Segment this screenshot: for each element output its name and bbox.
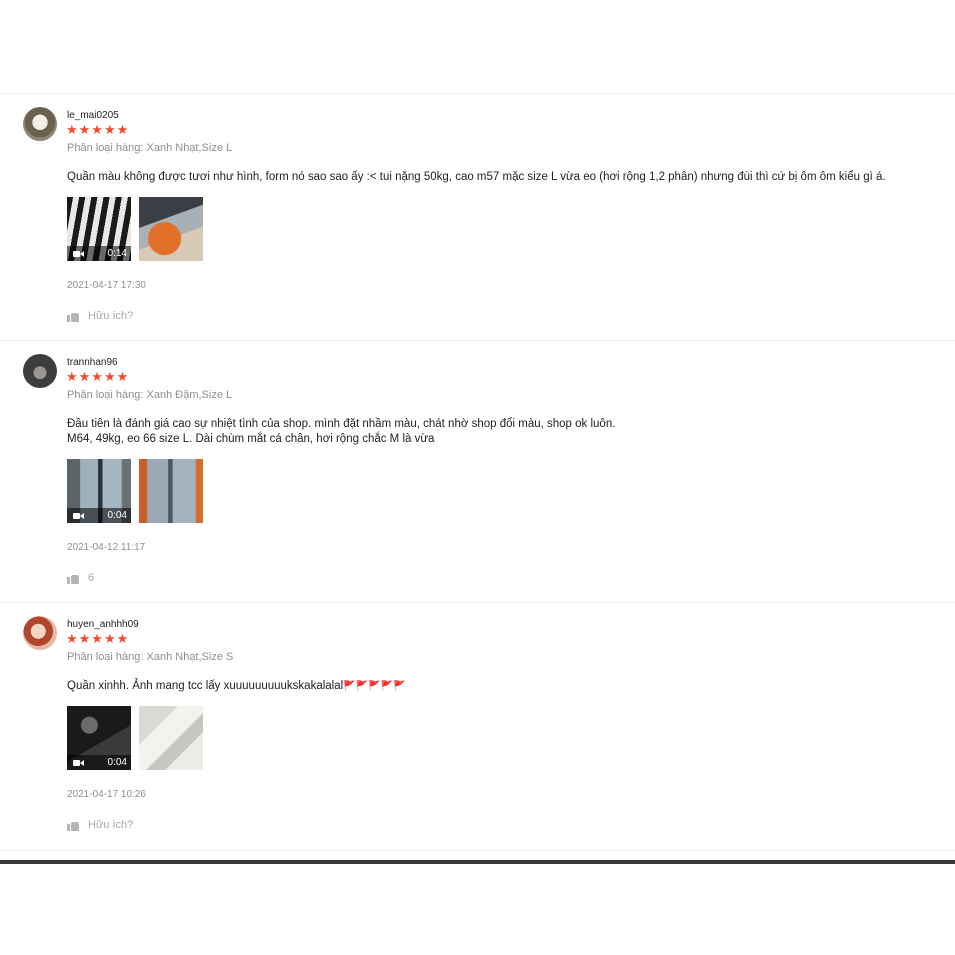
review-photo-thumbnail[interactable] (139, 459, 203, 523)
helpful-button[interactable]: Hữu ích? (67, 310, 133, 322)
review-item: trannhan96 ★★★★★ Phân loại hàng: Xanh Đậ… (0, 341, 955, 603)
video-camera-icon (73, 759, 85, 767)
review-video-thumbnail[interactable]: 0:04 (67, 706, 131, 770)
review-photo-thumbnail[interactable] (139, 706, 203, 770)
variation-label: Phân loại hàng: Xanh Nhạt,Size L (67, 142, 233, 154)
username[interactable]: trannhan96 (67, 357, 118, 368)
helpful-count: 6 (88, 572, 95, 584)
review-video-thumbnail[interactable]: 0:14 (67, 197, 131, 261)
thumbs-up-icon (67, 311, 80, 322)
helpful-button[interactable]: 6 (67, 572, 94, 584)
helpful-label: Hữu ích? (88, 310, 134, 322)
red-flag-emoji: 🚩🚩🚩🚩🚩 (343, 681, 406, 692)
bottom-divider (0, 860, 955, 864)
video-duration: 0:04 (107, 510, 127, 521)
review-item: huyen_anhhh09 ★★★★★ Phân loại hàng: Xanh… (0, 603, 955, 851)
review-media: 0:04 (67, 706, 207, 770)
review-photo-thumbnail[interactable] (139, 197, 203, 261)
review-video-thumbnail[interactable]: 0:04 (67, 459, 131, 523)
username[interactable]: huyen_anhhh09 (67, 619, 139, 630)
review-item: le_mai0205 ★★★★★ Phân loại hàng: Xanh Nh… (0, 94, 955, 341)
review-list: le_mai0205 ★★★★★ Phân loại hàng: Xanh Nh… (0, 93, 955, 851)
review-comment: Quần màu không được tươi như hình, form … (67, 171, 886, 183)
review-comment-text: Quần xinhh. Ảnh mang tcc lấy xuuuuuuuuuk… (67, 680, 344, 692)
video-overlay: 0:14 (67, 246, 131, 261)
rating-stars: ★★★★★ (66, 122, 130, 137)
video-overlay: 0:04 (67, 508, 131, 523)
username[interactable]: le_mai0205 (67, 110, 119, 121)
variation-label: Phân loại hàng: Xanh Đậm,Size L (67, 389, 233, 401)
variation-label: Phân loại hàng: Xanh Nhạt,Size S (67, 651, 234, 663)
review-comment: Đầu tiên là đánh giá cao sự nhiệt tình c… (67, 418, 616, 445)
review-date: 2021-04-17 17:30 (67, 280, 146, 291)
review-media: 0:14 (67, 197, 207, 261)
avatar[interactable] (23, 107, 57, 141)
helpful-label: Hữu ích? (88, 819, 134, 831)
review-date: 2021-04-12 11:17 (67, 542, 146, 553)
video-camera-icon (73, 250, 85, 258)
video-duration: 0:14 (107, 248, 127, 259)
review-comment: Quần xinhh. Ảnh mang tcc lấy xuuuuuuuuuk… (67, 679, 952, 694)
helpful-button[interactable]: Hữu ích? (67, 819, 133, 831)
thumbs-up-icon (67, 573, 80, 584)
video-duration: 0:04 (107, 757, 127, 768)
review-media: 0:04 (67, 459, 207, 523)
avatar[interactable] (23, 616, 57, 650)
avatar[interactable] (23, 354, 57, 388)
thumbs-up-icon (67, 820, 80, 831)
review-date: 2021-04-17 10:26 (67, 789, 146, 800)
rating-stars: ★★★★★ (66, 369, 130, 384)
video-overlay: 0:04 (67, 755, 131, 770)
video-camera-icon (73, 512, 85, 520)
rating-stars: ★★★★★ (66, 631, 130, 646)
